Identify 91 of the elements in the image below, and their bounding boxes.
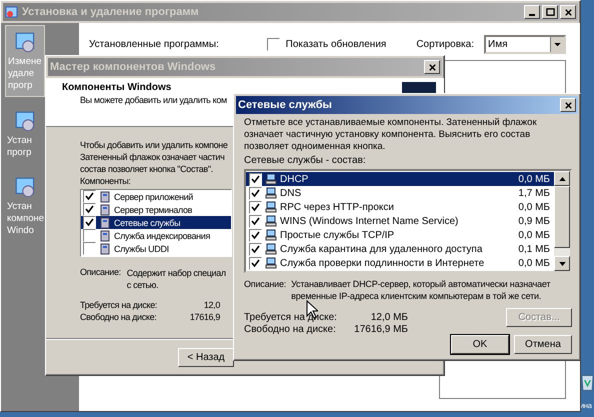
sort-label: Сортировка:: [416, 39, 474, 50]
wizard-heading: Компоненты Windows: [62, 82, 172, 93]
wizard-instructions-line: состав позволяет кнопка "Состав".: [80, 163, 213, 175]
dialog-instructions: Отметьте все устанавливаемые компоненты. Затененный флажок означает частичную установку компонента. Выяснить его состав позволяет одноименная кнопка.: [244, 117, 538, 153]
component-icon: [99, 216, 111, 228]
network-computer-icon: [265, 173, 277, 185]
component-checkbox[interactable]: [83, 229, 96, 242]
description-text: с сетью.: [126, 279, 158, 291]
sidebar-item[interactable]: Устан прогр: [5, 105, 45, 163]
subcomponent-checkbox[interactable]: [249, 200, 262, 214]
show-updates-label: Показать обновления: [286, 39, 386, 50]
description-text: Содержит набор специал: [126, 267, 226, 279]
subcomponent-checkbox[interactable]: [249, 242, 262, 256]
close-button[interactable]: [560, 98, 576, 112]
free-space-value: 17616,9: [188, 311, 220, 323]
wizard-subtitle: Вы можете добавить или удалить ком: [79, 95, 227, 105]
subcomponent-item[interactable]: Простые службы TCP/IP 0,0 МБ: [246, 228, 554, 242]
scrollbar-thumb[interactable]: [554, 186, 570, 248]
component-icon: [99, 204, 111, 216]
programs-icon: [5, 5, 19, 19]
subcomponent-item[interactable]: RPC через HTTP-прокси 0,0 МБ: [246, 200, 554, 214]
component-icon: [99, 230, 111, 242]
component-item[interactable]: Сервер терминалов: [81, 203, 231, 216]
sidebar-item-label: Устан: [7, 201, 32, 213]
cancel-button[interactable]: Отмена: [514, 335, 572, 354]
sidebar-item-label: Устан: [7, 135, 32, 147]
description-label: Описание:: [80, 267, 121, 279]
component-checkbox[interactable]: [83, 216, 96, 229]
back-button[interactable]: < Назад: [178, 348, 234, 366]
subcomponent-item[interactable]: Служба карантина для удаленного доступа 0,1 МБ: [246, 242, 554, 256]
subcomponents-label: Сетевые службы - состав:: [244, 155, 366, 167]
subcomponent-item[interactable]: DNS 1,7 МБ: [246, 186, 554, 200]
description-text: Устанавливает DHCP-сервер, который автоматически назначает временные IP-адреса клиентским компьютерам в той же сети.: [291, 278, 552, 302]
component-item[interactable]: Службы UDDI: [81, 242, 231, 255]
free-space-label: Свободно на диске:: [80, 311, 158, 323]
sidebar-item-label: компоне: [7, 213, 44, 225]
subcomponent-checkbox[interactable]: [249, 256, 262, 270]
close-icon: [564, 8, 572, 16]
sidebar-item-label: прогр: [8, 80, 32, 92]
dialog-title: Сетевые службы: [238, 99, 332, 111]
component-checkbox[interactable]: [83, 203, 96, 216]
network-computer-icon: [265, 201, 277, 213]
component-checkbox[interactable]: [83, 190, 96, 203]
free-space-value: 17616,9 МБ: [353, 324, 408, 336]
component-item[interactable]: Служба индексирования: [81, 229, 231, 242]
up-arrow-icon: [558, 176, 566, 180]
installed-programs-label: Установленные программы:: [89, 39, 219, 50]
component-icon: [99, 242, 111, 254]
subcomponent-item[interactable]: WINS (Windows Internet Name Service) 0,9 МБ: [246, 214, 554, 228]
scroll-down-button[interactable]: [554, 256, 570, 271]
component-icon: [99, 190, 111, 202]
scrollbar[interactable]: [554, 171, 570, 271]
component-checkbox[interactable]: [83, 242, 96, 255]
required-space-label: Требуется на диске:: [80, 299, 158, 311]
subcomponent-item[interactable]: DHCP 0,0 МБ: [246, 172, 554, 186]
sidebar-item-label: Windo: [7, 225, 34, 237]
sidebar-item-label: Измене: [8, 56, 42, 68]
scroll-up-button[interactable]: [554, 171, 570, 186]
subcomponent-checkbox[interactable]: [249, 186, 262, 200]
subcomponent-checkbox[interactable]: [249, 228, 262, 242]
sidebar-item[interactable]: Устан компоне Windo: [5, 171, 45, 241]
network-computer-icon: [265, 187, 277, 199]
component-item[interactable]: Сервер приложений: [81, 190, 231, 203]
recycle-bin-icon[interactable]: [581, 372, 594, 392]
components-label: Компоненты:: [80, 175, 131, 187]
free-space-label: Свободно на диске:: [244, 324, 337, 336]
sidebar-item-label: прогр: [7, 147, 32, 159]
maximize-icon: [546, 8, 554, 16]
sort-dropdown[interactable]: Имя: [484, 35, 566, 54]
required-space-value: 12,0: [202, 299, 220, 311]
sidebar-item-label: удале: [8, 68, 34, 80]
subcomponent-checkbox[interactable]: [249, 214, 262, 228]
wizard-instructions-line: Чтобы добавить или удалить компоне: [80, 139, 228, 151]
wizard-instructions-line: Затененный флажок означает частич: [80, 151, 224, 163]
window-title: Установка и удаление программ: [22, 6, 199, 18]
subcomponent-item[interactable]: Служба проверки подлинности в Интернете 0,0 МБ: [246, 256, 554, 270]
network-computer-icon: [265, 215, 277, 227]
component-item[interactable]: Сетевые службы: [81, 216, 231, 229]
description-label: Описание:: [244, 278, 286, 291]
down-arrow-icon: [558, 262, 566, 266]
network-computer-icon: [265, 229, 277, 241]
network-computer-icon: [265, 257, 277, 269]
required-space-value: 12,0 МБ: [370, 312, 408, 324]
minimize-icon: [529, 14, 535, 16]
close-icon: [564, 100, 572, 110]
network-computer-icon: [265, 243, 277, 255]
window-title: Мастер компонентов Windows: [50, 61, 216, 73]
subcomponent-checkbox[interactable]: [249, 172, 262, 186]
close-icon: [428, 62, 436, 72]
dropdown-arrow-icon: [554, 42, 561, 46]
ok-button[interactable]: OK: [451, 335, 509, 354]
